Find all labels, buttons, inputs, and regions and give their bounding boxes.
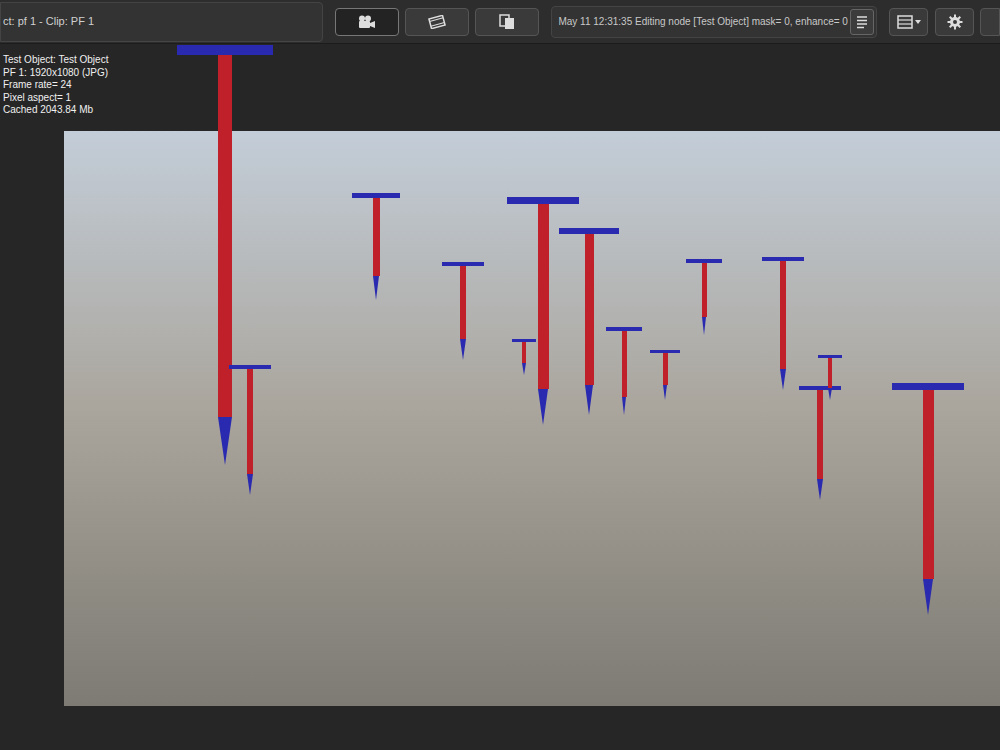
test-object-marker <box>559 228 619 415</box>
documents-icon <box>499 14 515 30</box>
title-panel: ct: pf 1 - Clip: PF 1 <box>0 2 323 42</box>
test-object-marker <box>352 193 400 300</box>
test-object-marker <box>507 197 579 425</box>
test-object-marker <box>229 365 271 495</box>
test-object-marker <box>512 339 536 375</box>
view-button[interactable] <box>335 8 399 36</box>
view-button-glyph <box>428 15 446 29</box>
view-button-glyph <box>358 15 376 29</box>
gear-icon <box>947 14 963 30</box>
list-icon <box>897 15 913 29</box>
view-button-glyph <box>499 14 515 30</box>
settings-button[interactable] <box>935 8 974 36</box>
info-overlay: Test Object: Test ObjectPF 1: 1920x1080 … <box>3 54 108 117</box>
video-frame <box>64 131 1000 706</box>
test-object-marker <box>799 386 841 500</box>
edge-button[interactable] <box>980 8 1000 36</box>
test-object-marker <box>442 262 484 360</box>
test-object-marker <box>177 45 273 465</box>
test-object-marker <box>892 383 964 615</box>
status-text: May 11 12:31:35 Editing node [Test Objec… <box>558 14 847 29</box>
film-icon <box>428 15 446 29</box>
test-object-marker <box>686 259 722 335</box>
info-line: Test Object: Test Object <box>3 54 108 67</box>
clip-title: ct: pf 1 - Clip: PF 1 <box>3 13 94 30</box>
log-icon <box>856 15 868 29</box>
info-line: Pixel aspect= 1 <box>3 92 108 105</box>
view-button[interactable] <box>405 8 469 36</box>
info-line: Frame rate= 24 <box>3 79 108 92</box>
dropdown-icon <box>915 20 921 24</box>
log-button[interactable] <box>850 9 874 35</box>
test-object-marker <box>650 350 680 400</box>
toolbar: ct: pf 1 - Clip: PF 1 May 11 12:31:35 Ed… <box>0 0 1000 44</box>
test-object-marker <box>606 327 642 415</box>
viewer[interactable]: Test Object: Test ObjectPF 1: 1920x1080 … <box>0 44 1000 750</box>
layout-button[interactable] <box>889 8 928 36</box>
test-object-marker <box>762 257 804 390</box>
status-field: May 11 12:31:35 Editing node [Test Objec… <box>551 6 876 38</box>
test-object-marker <box>818 355 842 400</box>
info-line: Cached 2043.84 Mb <box>3 104 108 117</box>
view-button[interactable] <box>475 8 539 36</box>
info-line: PF 1: 1920x1080 (JPG) <box>3 67 108 80</box>
camera-icon <box>358 15 376 29</box>
